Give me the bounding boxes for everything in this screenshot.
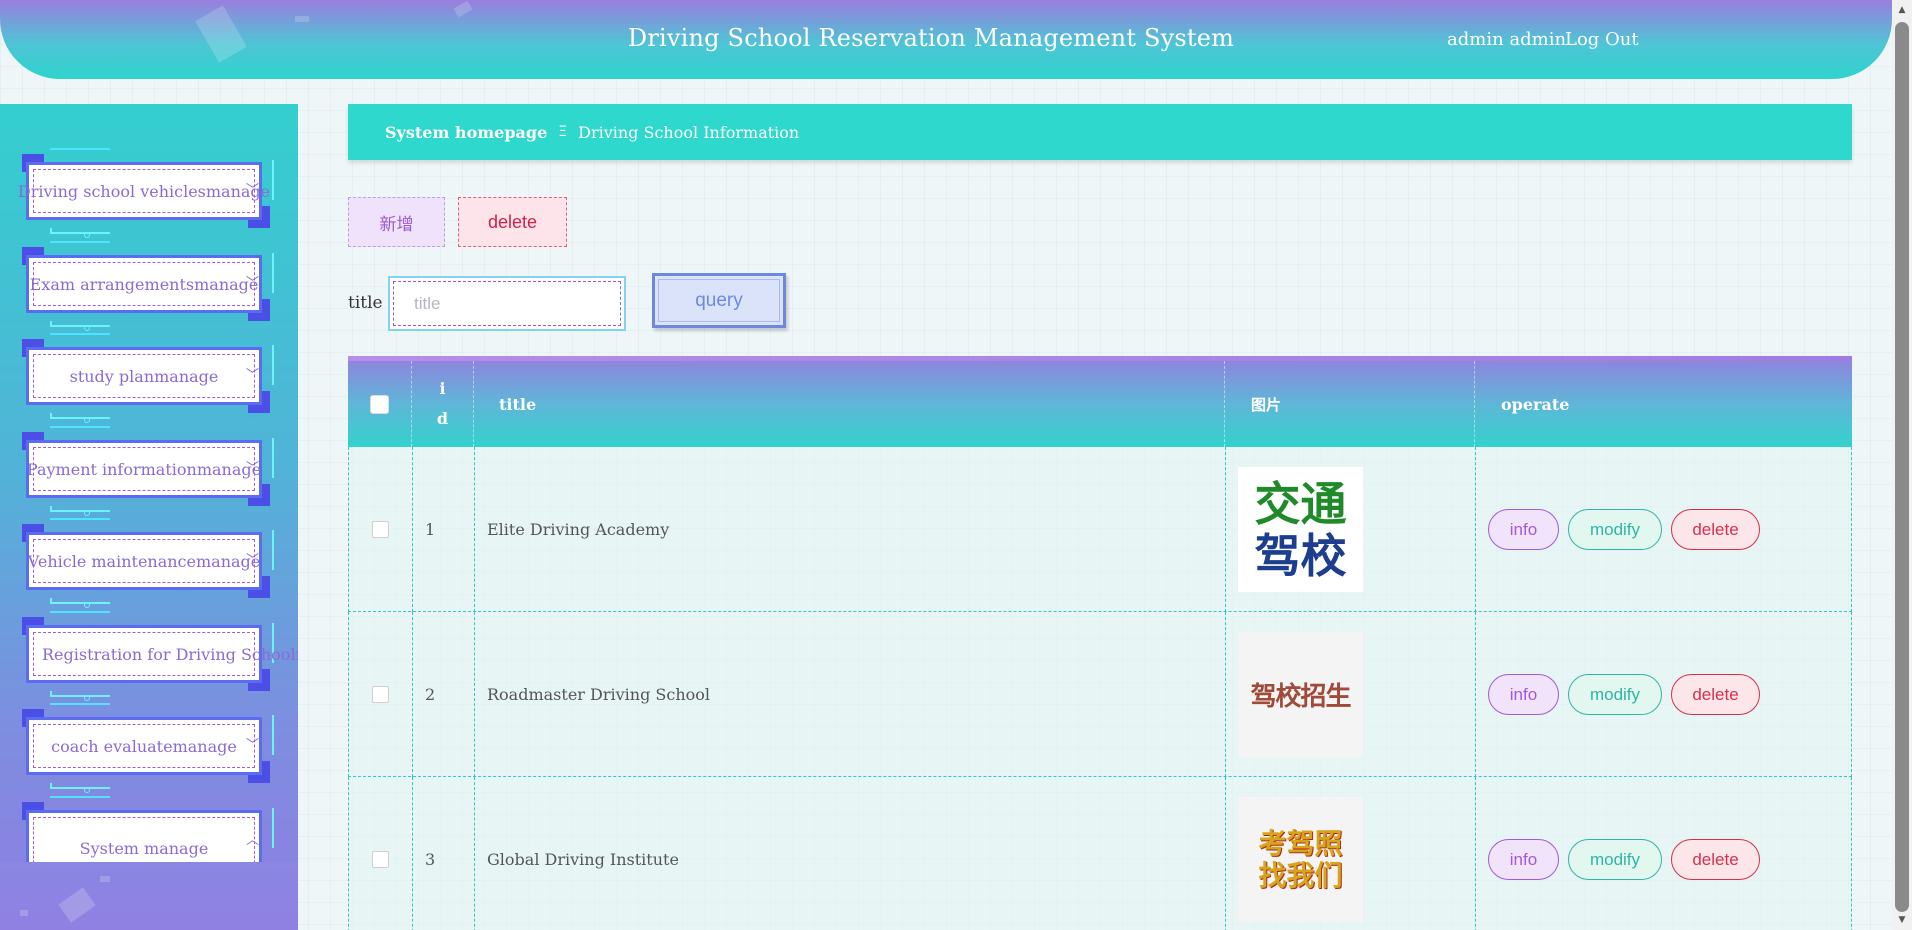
sidebar-item-label: Vehicle maintenancemanage: [27, 551, 261, 571]
row-image-cell: 交通 驾校: [1225, 447, 1475, 612]
row-actions: info modify delete: [1475, 777, 1852, 930]
breadcrumb-home[interactable]: System homepage: [385, 123, 547, 142]
row-checkbox[interactable]: [372, 851, 389, 868]
row-image-cell: 驾校招生: [1225, 612, 1475, 777]
logo-text-line1: 交通: [1254, 476, 1347, 531]
school-logo-image: 交通 驾校: [1238, 467, 1363, 592]
row-checkbox-cell: [348, 777, 412, 930]
row-checkbox-cell: [348, 447, 412, 612]
chevron-down-icon: ﹀: [246, 461, 260, 476]
column-header-image: 图片: [1225, 361, 1475, 447]
sidebar-item-label: System manage: [79, 838, 209, 858]
sidebar: Driving school vehiclesmanage ﹀ Exam arr…: [0, 104, 298, 930]
chevron-down-icon: ﹀: [246, 183, 260, 198]
search-label: title: [348, 293, 383, 313]
bulk-delete-button[interactable]: delete: [458, 197, 567, 247]
add-button[interactable]: 新增: [348, 197, 445, 247]
sidebar-item-exam-arrangements[interactable]: Exam arrangementsmanage ﹀: [22, 241, 274, 331]
logout-link[interactable]: Log Out: [1565, 29, 1639, 50]
row-image-cell: 考驾照 找我们: [1225, 777, 1475, 930]
sidebar-item-label: study planmanage: [69, 366, 219, 386]
table-row: 3 Global Driving Institute 考驾照 找我们 info …: [348, 777, 1852, 930]
row-id: 2: [412, 612, 474, 777]
sidebar-item-vehicle-maintenance[interactable]: Vehicle maintenancemanage ﹀: [22, 518, 274, 608]
banner-text: 驾校招生: [1250, 682, 1351, 712]
modify-button[interactable]: modify: [1568, 509, 1662, 550]
row-title: Roadmaster Driving School: [474, 612, 1225, 777]
breadcrumb: System homepage Ξ Driving School Informa…: [348, 104, 1852, 160]
page-scrollbar[interactable]: ▲ ▼: [1892, 0, 1912, 930]
row-checkbox[interactable]: [372, 521, 389, 538]
chevron-down-icon: ﹀: [246, 553, 260, 568]
header-decoration: [453, 0, 473, 18]
row-title: Global Driving Institute: [474, 777, 1225, 930]
sidebar-item-registration[interactable]: Registration for Driving Schoolmanage: [22, 611, 298, 701]
banner-text-line1: 考驾照: [1258, 826, 1343, 860]
modify-button[interactable]: modify: [1568, 839, 1662, 880]
column-header-title: title: [474, 361, 1225, 447]
current-user: admin admin: [1447, 29, 1567, 50]
sidebar-footer: [0, 862, 298, 930]
breadcrumb-separator: Ξ: [558, 124, 568, 140]
row-checkbox[interactable]: [372, 686, 389, 703]
school-banner-image: 考驾照 找我们: [1238, 797, 1363, 922]
row-actions: info modify delete: [1475, 447, 1852, 612]
header-decoration: [295, 16, 309, 22]
top-header: Driving School Reservation Management Sy…: [0, 0, 1892, 79]
row-checkbox-cell: [348, 612, 412, 777]
chevron-up-icon: ︿: [246, 833, 260, 848]
column-header-id-char: i: [439, 379, 446, 398]
column-header-id-char: d: [436, 409, 449, 428]
sidebar-decoration: [100, 876, 110, 882]
sidebar-decoration: [58, 887, 96, 923]
table-header: i d title 图片 operate: [348, 361, 1852, 447]
sidebar-item-study-plan[interactable]: study planmanage ﹀: [22, 333, 274, 423]
sidebar-item-label: Payment informationmanage: [26, 459, 262, 479]
header-checkbox-cell: [348, 361, 412, 447]
sidebar-item-label: Exam arrangementsmanage: [29, 274, 259, 294]
sidebar-item-payment-information[interactable]: Payment informationmanage ﹀: [22, 426, 274, 516]
info-button[interactable]: info: [1488, 509, 1559, 550]
info-button[interactable]: info: [1488, 674, 1559, 715]
scroll-down-arrow-icon[interactable]: ▼: [1892, 910, 1912, 930]
breadcrumb-current: Driving School Information: [578, 122, 800, 142]
scrollbar-thumb[interactable]: [1895, 22, 1909, 912]
row-title: Elite Driving Academy: [474, 447, 1225, 612]
select-all-checkbox[interactable]: [370, 394, 389, 414]
delete-button[interactable]: delete: [1671, 674, 1760, 715]
banner-text-line2: 找我们: [1258, 858, 1343, 892]
school-banner-image: 驾校招生: [1238, 632, 1363, 757]
scroll-up-arrow-icon[interactable]: ▲: [1892, 0, 1912, 20]
search-field-wrapper: [388, 276, 626, 331]
data-table: i d title 图片 operate 1 Elite Driving Aca…: [348, 356, 1852, 930]
table-row: 2 Roadmaster Driving School 驾校招生 info mo…: [348, 612, 1852, 777]
sidebar-item-label: Registration for Driving Schoolmanage: [42, 644, 298, 664]
sidebar-item-driving-school-vehicles[interactable]: Driving school vehiclesmanage ﹀: [18, 148, 274, 238]
row-id: 1: [412, 447, 474, 612]
modify-button[interactable]: modify: [1568, 674, 1662, 715]
column-header-id: i d: [412, 361, 474, 447]
search-input[interactable]: [393, 281, 621, 326]
sidebar-decoration: [20, 910, 28, 916]
sidebar-item-label: Driving school vehiclesmanage: [17, 181, 271, 201]
chevron-down-icon: ﹀: [246, 738, 260, 753]
sidebar-item-coach-evaluate[interactable]: coach evaluatemanage ﹀: [22, 703, 274, 793]
chevron-down-icon: ﹀: [246, 276, 260, 291]
table-row: 1 Elite Driving Academy 交通 驾校 info modif…: [348, 447, 1852, 612]
chevron-down-icon: ﹀: [246, 368, 260, 383]
row-id: 3: [412, 777, 474, 930]
delete-button[interactable]: delete: [1671, 839, 1760, 880]
column-header-operate: operate: [1501, 394, 1570, 414]
query-button[interactable]: query: [652, 273, 786, 328]
info-button[interactable]: info: [1488, 839, 1559, 880]
delete-button[interactable]: delete: [1671, 509, 1760, 550]
sidebar-item-label: coach evaluatemanage: [51, 736, 237, 756]
logo-text-line2: 驾校: [1254, 528, 1347, 583]
row-actions: info modify delete: [1475, 612, 1852, 777]
